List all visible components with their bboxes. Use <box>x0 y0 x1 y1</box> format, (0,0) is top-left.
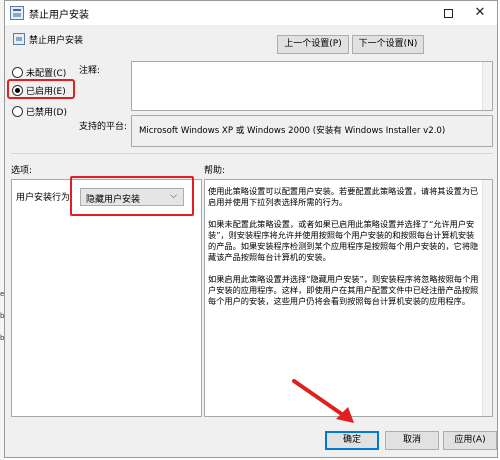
user-install-behavior-label: 用户安装行为 <box>16 193 71 203</box>
policy-dialog: 禁止用户安装 ✕ 禁止用户安装 上一个设置(P) 下一个设置(N) 未配置(C)… <box>4 0 498 458</box>
radio-disabled-label: 已禁用(D) <box>26 107 67 118</box>
radio-not-configured[interactable]: 未配置(C) <box>12 65 66 79</box>
radio-not-configured-circle[interactable] <box>12 66 23 78</box>
section-divider <box>11 153 493 154</box>
platform-field: Microsoft Windows XP 或 Windows 2000 (安装有… <box>131 115 493 147</box>
help-paragraph: 如果启用此策略设置并选择“隐藏用户安装”，则安装程序将忽略按照每个用户安装的应用… <box>208 274 479 306</box>
options-heading: 选项: <box>11 166 33 176</box>
close-button[interactable]: ✕ <box>465 1 495 25</box>
help-text: 使用此策略设置可以配置用户安装。若要配置此策略设置，请将其设置为已启用并使用下拉… <box>208 186 480 318</box>
apply-button[interactable]: 应用(A) <box>443 431 497 450</box>
platform-label: 支持的平台: <box>79 122 128 132</box>
next-setting-button[interactable]: 下一个设置(N) <box>352 35 424 54</box>
help-scrollbar[interactable] <box>482 180 492 416</box>
window-title: 禁止用户安装 <box>29 10 89 21</box>
policy-setting-icon <box>13 33 25 45</box>
policy-window-icon <box>10 6 24 20</box>
title-bar: 禁止用户安装 ✕ <box>5 1 497 25</box>
comment-label: 注释: <box>79 66 101 76</box>
red-arrow-annotation <box>292 379 354 423</box>
ok-button[interactable]: 确定 <box>325 431 379 450</box>
dropdown-highlight-annotation <box>70 176 194 216</box>
comment-textarea[interactable] <box>131 61 493 111</box>
platform-value: Microsoft Windows XP 或 Windows 2000 (安装有… <box>139 126 446 136</box>
enabled-highlight-annotation <box>7 79 75 99</box>
cancel-button[interactable]: 取消 <box>385 431 439 450</box>
previous-setting-button[interactable]: 上一个设置(P) <box>277 35 349 54</box>
policy-name: 禁止用户安装 <box>29 36 84 46</box>
maximize-button[interactable] <box>433 1 463 25</box>
help-paragraph: 如果未配置此策略设置，或者如果已启用此策略设置并选择了“允许用户安装”，则安装程… <box>208 219 479 262</box>
comment-scrollbar[interactable] <box>482 62 492 110</box>
radio-not-configured-label: 未配置(C) <box>26 68 67 79</box>
help-paragraph: 使用此策略设置可以配置用户安装。若要配置此策略设置，请将其设置为已启用并使用下拉… <box>208 186 479 207</box>
radio-disabled-circle[interactable] <box>12 105 23 117</box>
help-heading: 帮助: <box>204 166 226 176</box>
maximize-icon <box>443 8 453 18</box>
options-pane: 用户安装行为 隐藏用户安装 ⌵ <box>11 176 202 417</box>
radio-disabled[interactable]: 已禁用(D) <box>12 104 67 118</box>
